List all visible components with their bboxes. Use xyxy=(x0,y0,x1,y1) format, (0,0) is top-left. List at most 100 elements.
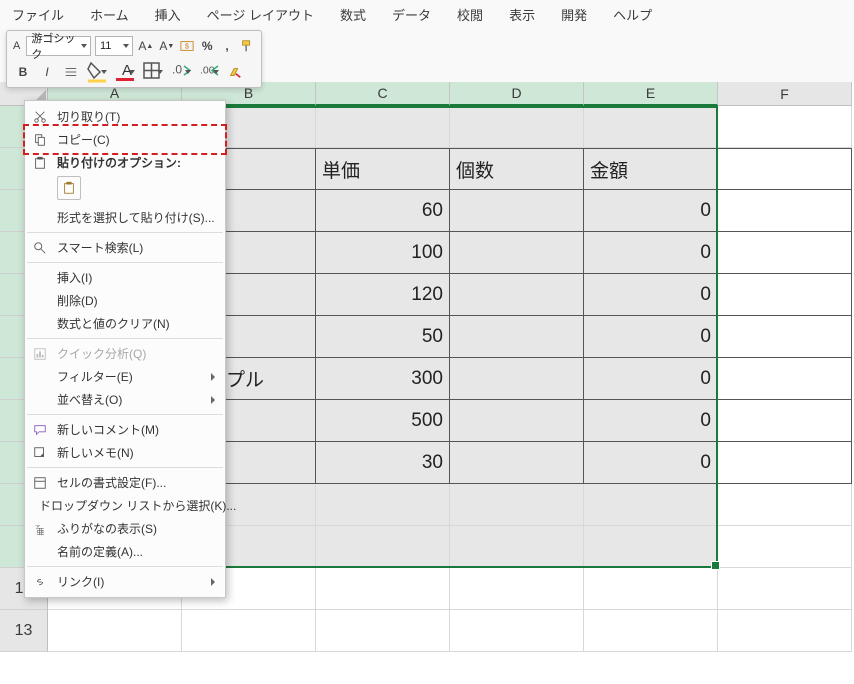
cell[interactable]: 0 xyxy=(584,190,718,232)
cell[interactable] xyxy=(584,526,718,568)
cell[interactable]: 個数 xyxy=(450,148,584,190)
cell[interactable] xyxy=(718,316,852,358)
cell[interactable]: 100 xyxy=(316,232,450,274)
paste-option-normal-icon[interactable] xyxy=(57,176,81,200)
col-head-e[interactable]: E xyxy=(584,82,718,106)
cell[interactable] xyxy=(718,106,852,148)
cell[interactable] xyxy=(718,358,852,400)
clear-format-icon[interactable] xyxy=(225,62,245,82)
cell[interactable] xyxy=(450,106,584,148)
cell[interactable]: 500 xyxy=(316,400,450,442)
ctx-paste-special[interactable]: 形式を選択して貼り付け(S)... xyxy=(25,206,225,229)
cell[interactable]: 50 xyxy=(316,316,450,358)
cell[interactable] xyxy=(718,190,852,232)
cell[interactable] xyxy=(450,274,584,316)
cell[interactable] xyxy=(450,358,584,400)
cell[interactable] xyxy=(584,484,718,526)
ctx-phonetic[interactable]: ア亜 ふりがなの表示(S) xyxy=(25,517,225,540)
cell[interactable] xyxy=(450,568,584,610)
cell[interactable]: 金額 xyxy=(584,148,718,190)
ctx-clear[interactable]: 数式と値のクリア(N) xyxy=(25,312,225,335)
menu-help[interactable]: ヘルプ xyxy=(613,5,652,24)
cell[interactable] xyxy=(316,484,450,526)
menu-review[interactable]: 校閲 xyxy=(457,5,483,24)
cell[interactable] xyxy=(316,610,450,652)
menu-developer[interactable]: 開発 xyxy=(561,5,587,24)
cell[interactable] xyxy=(316,526,450,568)
cell[interactable] xyxy=(584,106,718,148)
row-head[interactable]: 13 xyxy=(0,610,48,652)
col-head-c[interactable]: C xyxy=(316,82,450,106)
cell[interactable] xyxy=(718,274,852,316)
cell[interactable] xyxy=(450,610,584,652)
cell[interactable] xyxy=(182,610,316,652)
cell[interactable]: 0 xyxy=(584,232,718,274)
menu-insert[interactable]: 挿入 xyxy=(155,5,181,24)
ctx-smart-lookup[interactable]: スマート検索(L) xyxy=(25,236,225,259)
cell[interactable] xyxy=(316,568,450,610)
cell[interactable]: 0 xyxy=(584,358,718,400)
ctx-link[interactable]: リンク(I) xyxy=(25,570,225,593)
cell[interactable]: 0 xyxy=(584,274,718,316)
ctx-delete[interactable]: 削除(D) xyxy=(25,289,225,312)
decrease-decimal-icon[interactable]: .0 xyxy=(169,63,193,81)
ctx-dropdown-list[interactable]: ドロップダウン リストから選択(K)... xyxy=(25,494,225,517)
font-color-icon[interactable]: A xyxy=(113,63,137,81)
cell[interactable] xyxy=(450,484,584,526)
cell[interactable] xyxy=(584,568,718,610)
cell[interactable] xyxy=(450,526,584,568)
cell[interactable] xyxy=(450,442,584,484)
cell[interactable]: 120 xyxy=(316,274,450,316)
ctx-new-comment[interactable]: 新しいコメント(M) xyxy=(25,418,225,441)
cell[interactable] xyxy=(718,568,852,610)
cell[interactable]: 60 xyxy=(316,190,450,232)
align-icon[interactable] xyxy=(61,62,81,82)
ctx-cut[interactable]: 切り取り(T) xyxy=(25,105,225,128)
cell[interactable] xyxy=(718,400,852,442)
cell[interactable]: 単価 xyxy=(316,148,450,190)
ctx-new-note[interactable]: 新しいメモ(N) xyxy=(25,441,225,464)
ctx-format-cells[interactable]: セルの書式設定(F)... xyxy=(25,471,225,494)
ctx-filter[interactable]: フィルター(E) xyxy=(25,365,225,388)
cell[interactable] xyxy=(718,232,852,274)
menu-view[interactable]: 表示 xyxy=(509,5,535,24)
comma-icon[interactable]: , xyxy=(219,36,235,56)
cell[interactable] xyxy=(718,484,852,526)
col-head-f[interactable]: F xyxy=(718,82,852,106)
menu-home[interactable]: ホーム xyxy=(90,5,129,24)
cell[interactable] xyxy=(450,232,584,274)
cell[interactable]: 0 xyxy=(584,442,718,484)
menu-file[interactable]: ファイル xyxy=(12,5,64,24)
menu-page-layout[interactable]: ページ レイアウト xyxy=(207,5,314,24)
menu-data[interactable]: データ xyxy=(392,5,431,24)
cell[interactable] xyxy=(48,610,182,652)
ctx-define-name[interactable]: 名前の定義(A)... xyxy=(25,540,225,563)
percent-icon[interactable]: % xyxy=(199,36,215,56)
font-size-combo[interactable]: 11 xyxy=(95,36,133,56)
font-name-combo[interactable]: 游ゴシック xyxy=(26,36,91,56)
menu-formulas[interactable]: 数式 xyxy=(340,5,366,24)
ctx-insert[interactable]: 挿入(I) xyxy=(25,266,225,289)
cell[interactable] xyxy=(718,526,852,568)
italic-icon[interactable]: I xyxy=(37,62,57,82)
accounting-format-icon[interactable]: $ xyxy=(179,36,195,56)
col-head-d[interactable]: D xyxy=(450,82,584,106)
fill-color-icon[interactable] xyxy=(85,63,109,81)
cell[interactable]: 0 xyxy=(584,400,718,442)
cell[interactable] xyxy=(584,610,718,652)
ctx-sort[interactable]: 並べ替え(O) xyxy=(25,388,225,411)
cell[interactable] xyxy=(718,610,852,652)
cell[interactable] xyxy=(450,190,584,232)
cell[interactable] xyxy=(718,442,852,484)
borders-icon[interactable] xyxy=(141,63,165,81)
cell[interactable]: 30 xyxy=(316,442,450,484)
bold-icon[interactable]: B xyxy=(13,62,33,82)
cell[interactable] xyxy=(450,400,584,442)
increase-font-icon[interactable]: A▲ xyxy=(137,36,154,56)
cell[interactable] xyxy=(718,148,852,190)
increase-decimal-icon[interactable]: .00 xyxy=(197,63,221,81)
menubar[interactable]: ファイル ホーム 挿入 ページ レイアウト 数式 データ 校閲 表示 開発 ヘル… xyxy=(0,0,854,28)
format-painter-icon[interactable] xyxy=(239,36,255,56)
decrease-font-icon[interactable]: A▼ xyxy=(158,36,175,56)
cell[interactable]: 300 xyxy=(316,358,450,400)
